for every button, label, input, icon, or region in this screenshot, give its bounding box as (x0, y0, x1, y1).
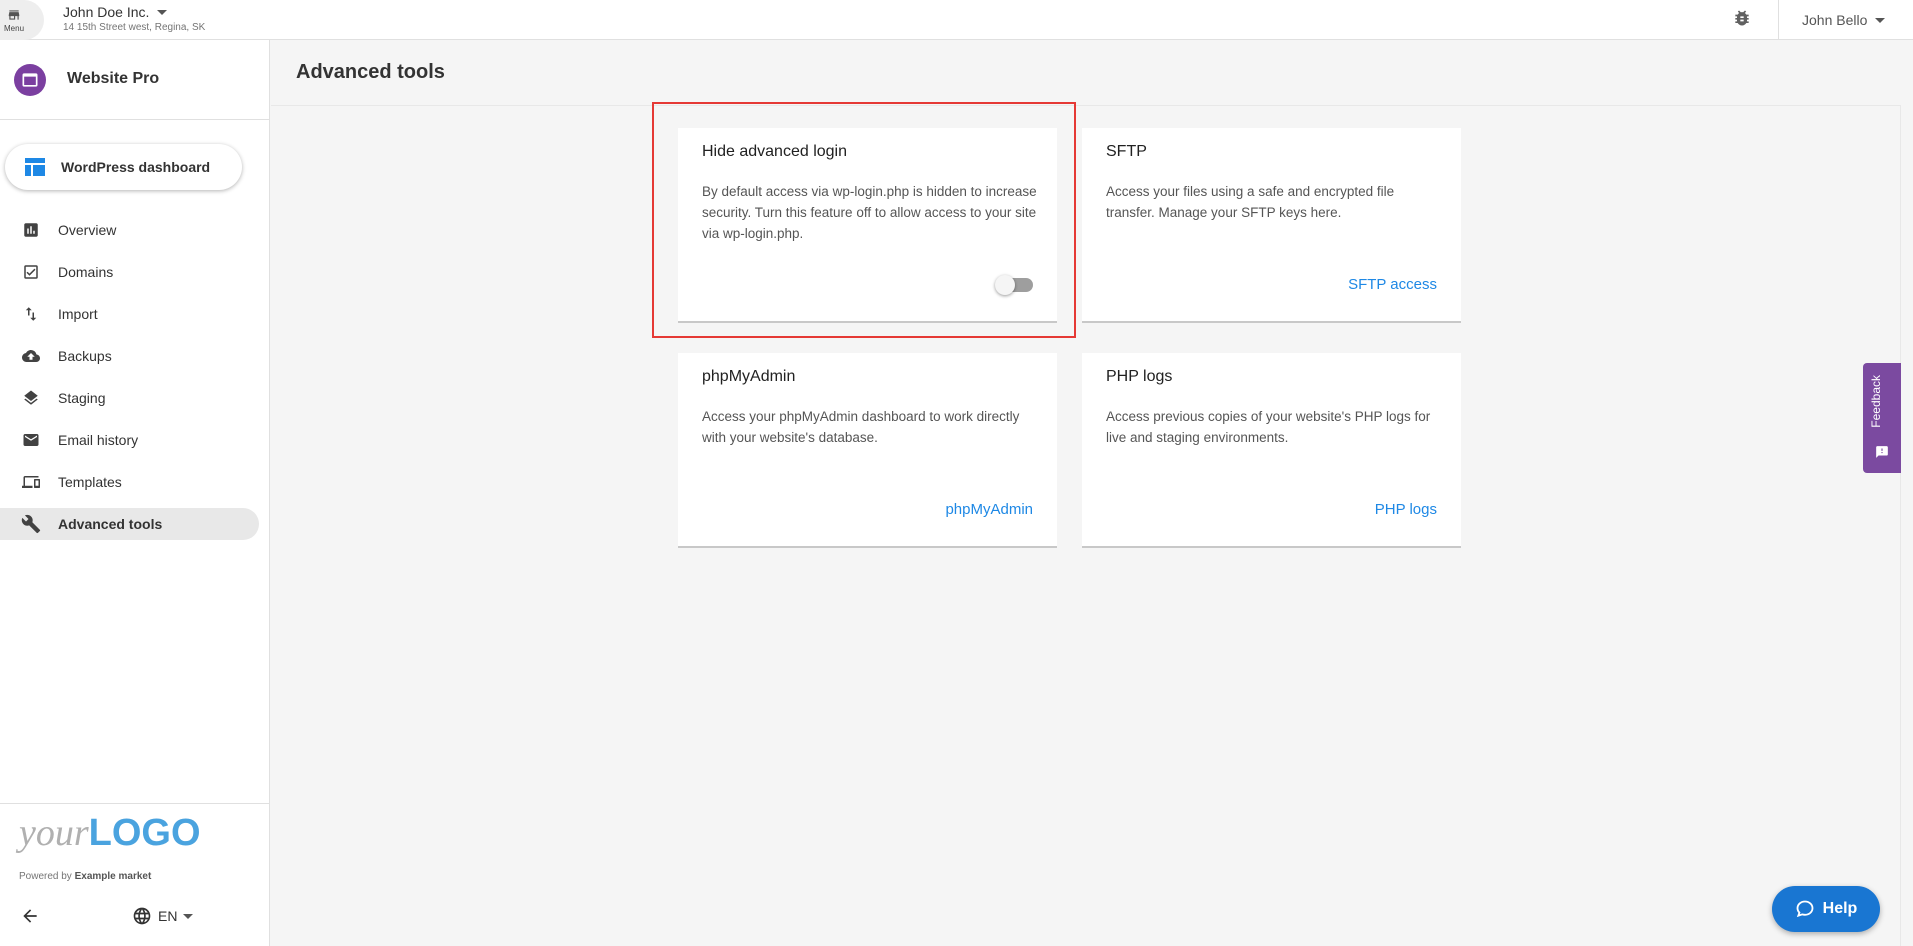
sidebar-nav: Overview Domains Import Backups Staging … (0, 214, 270, 550)
card-php-logs: PHP logs Access previous copies of your … (1082, 353, 1461, 548)
feedback-label: Feedback (1869, 375, 1883, 428)
wrench-icon (20, 513, 42, 535)
hide-login-toggle[interactable] (995, 275, 1033, 295)
checkbox-icon (20, 261, 42, 283)
mail-icon (20, 429, 42, 451)
sidebar-item-label: Staging (58, 390, 106, 406)
layers-icon (20, 387, 42, 409)
wordpress-dashboard-button[interactable]: WordPress dashboard (5, 144, 242, 190)
powered-by: Powered by Example market (19, 871, 152, 882)
cloud-upload-icon (20, 345, 42, 367)
card-phpmyadmin: phpMyAdmin Access your phpMyAdmin dashbo… (678, 353, 1057, 548)
caret-down-icon (183, 913, 194, 919)
sidebar-item-label: Backups (58, 348, 112, 364)
feedback-tab[interactable]: Feedback (1863, 363, 1901, 473)
language-code: EN (158, 908, 178, 924)
menu-label: Menu (4, 24, 25, 33)
sidebar-item-backups[interactable]: Backups (0, 340, 259, 372)
user-menu[interactable]: John Bello (1778, 0, 1913, 40)
sidebar-item-label: Advanced tools (58, 516, 163, 532)
menu-button[interactable]: Menu (0, 0, 44, 40)
storefront-icon (8, 10, 20, 20)
card-title: phpMyAdmin (702, 368, 796, 385)
sidebar-item-overview[interactable]: Overview (0, 214, 259, 246)
language-selector[interactable]: EN (132, 906, 194, 926)
card-description: Access previous copies of your website's… (1106, 409, 1431, 445)
sidebar-item-domains[interactable]: Domains (0, 256, 259, 288)
sftp-access-link[interactable]: SFTP access (1348, 276, 1437, 293)
help-label: Help (1822, 900, 1858, 917)
feedback-icon (1876, 446, 1888, 458)
sidebar-item-label: Import (58, 306, 98, 322)
card-title: SFTP (1106, 143, 1147, 160)
website-icon (14, 64, 46, 96)
card-title: PHP logs (1106, 368, 1173, 385)
divider (271, 105, 1901, 106)
sidebar: Website Pro WordPress dashboard Overview… (0, 40, 270, 946)
card-description: Access your files using a safe and encry… (1106, 184, 1395, 220)
divider (1900, 105, 1901, 946)
product-name: Website Pro (67, 70, 160, 87)
caret-down-icon (1875, 17, 1886, 23)
business-switcher[interactable]: John Doe Inc. 14 15th Street west, Regin… (63, 4, 205, 33)
bar-chart-icon (20, 219, 42, 241)
sidebar-item-email-history[interactable]: Email history (0, 424, 259, 456)
sidebar-item-label: Overview (58, 222, 117, 238)
help-button[interactable]: Help (1772, 886, 1880, 932)
caret-down-icon (157, 9, 168, 15)
sidebar-item-label: Domains (58, 264, 114, 280)
user-name: John Bello (1802, 12, 1868, 28)
devices-icon (20, 471, 42, 493)
sidebar-item-templates[interactable]: Templates (0, 466, 259, 498)
bug-report-icon[interactable] (1732, 8, 1752, 33)
dashboard-icon (25, 158, 45, 176)
card-sftp: SFTP Access your files using a safe and … (1082, 128, 1461, 323)
top-bar: Menu John Doe Inc. 14 15th Street west, … (0, 0, 1913, 40)
sidebar-item-label: Templates (58, 474, 122, 490)
swap-vertical-icon (20, 303, 42, 325)
toggle-knob (995, 275, 1015, 295)
sidebar-item-label: Email history (58, 432, 139, 448)
phpmyadmin-link[interactable]: phpMyAdmin (945, 501, 1033, 518)
card-description: By default access via wp-login.php is hi… (702, 184, 1037, 241)
brand-logo: yourLOGO (19, 812, 201, 854)
php-logs-link[interactable]: PHP logs (1375, 501, 1437, 518)
sidebar-item-import[interactable]: Import (0, 298, 259, 330)
page-title: Advanced tools (296, 61, 445, 83)
sidebar-item-advanced-tools[interactable]: Advanced tools (0, 508, 259, 540)
business-name: John Doe Inc. (63, 4, 150, 20)
card-description: Access your phpMyAdmin dashboard to work… (702, 409, 1020, 445)
chat-bubble-icon (1796, 900, 1814, 918)
card-hide-advanced-login: Hide advanced login By default access vi… (678, 128, 1057, 323)
business-address: 14 15th Street west, Regina, SK (63, 22, 206, 33)
globe-icon (133, 907, 151, 925)
sidebar-item-staging[interactable]: Staging (0, 382, 259, 414)
wordpress-dashboard-label: WordPress dashboard (61, 159, 211, 175)
arrow-back-icon[interactable] (20, 906, 40, 931)
product-header: Website Pro (0, 40, 269, 120)
card-title: Hide advanced login (702, 143, 847, 160)
sidebar-footer: yourLOGO Powered by Example market EN (0, 803, 269, 946)
